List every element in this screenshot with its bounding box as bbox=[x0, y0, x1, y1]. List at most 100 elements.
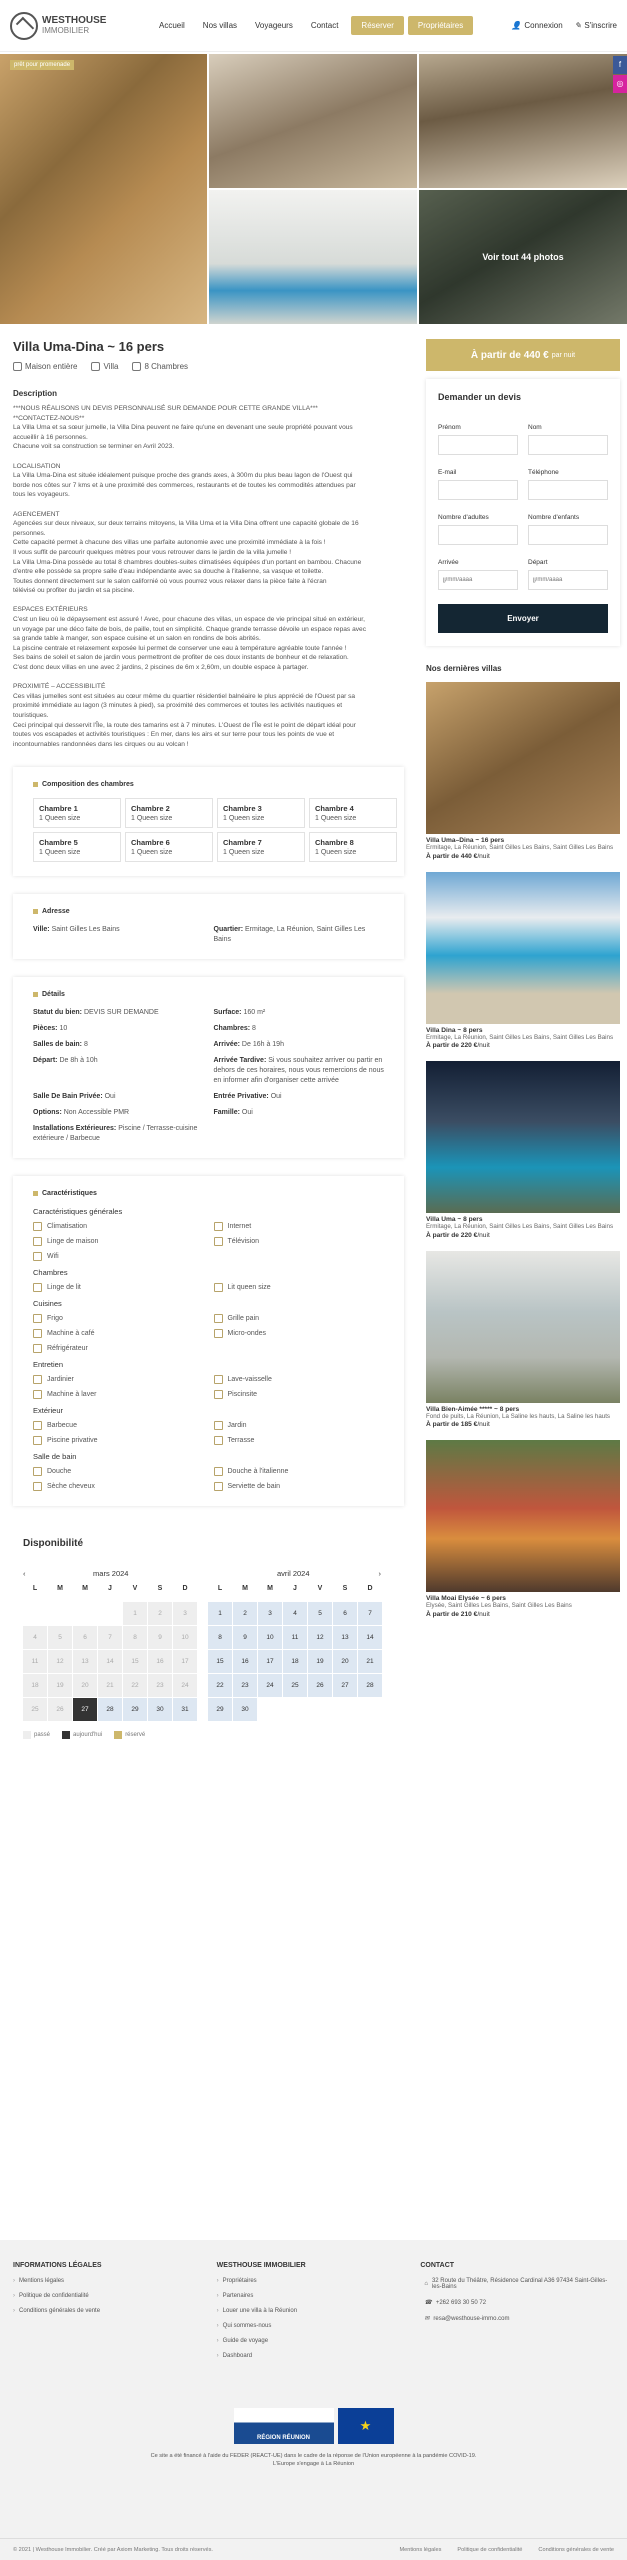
villa-name[interactable]: Villa Moai Elysée ~ 6 pers bbox=[426, 1595, 620, 1602]
calendar-day[interactable]: 30 bbox=[233, 1698, 257, 1722]
gallery-photo[interactable] bbox=[419, 54, 627, 188]
calendar-day[interactable]: 21 bbox=[358, 1650, 382, 1674]
calendar-day[interactable]: 31 bbox=[173, 1698, 197, 1722]
login-label: Connexion bbox=[524, 21, 563, 30]
instagram-icon[interactable]: ◎ bbox=[613, 75, 627, 93]
calendar-day[interactable]: 4 bbox=[283, 1602, 307, 1626]
calendar-day[interactable]: 27 bbox=[73, 1698, 97, 1722]
footer-link[interactable]: Louer une villa à la Réunion bbox=[217, 2308, 411, 2314]
villa-name[interactable]: Villa Uma–Dina ~ 16 pers bbox=[426, 837, 620, 844]
gallery-photo[interactable] bbox=[209, 190, 417, 324]
calendar-day[interactable]: 14 bbox=[358, 1626, 382, 1650]
prev-month-icon[interactable]: ‹ bbox=[23, 1569, 26, 1578]
see-all-photos[interactable]: Voir tout 44 photos bbox=[419, 190, 627, 324]
villa-photo[interactable] bbox=[426, 682, 620, 834]
footer-phone[interactable]: ☎ +262 693 30 50 72 bbox=[420, 2299, 614, 2307]
villa-card[interactable]: Villa Dina ~ 8 pers Ermitage, La Réunion,… bbox=[426, 871, 620, 1049]
calendar-day[interactable]: 10 bbox=[258, 1626, 282, 1650]
calendar-day[interactable]: 3 bbox=[258, 1602, 282, 1626]
calendar-day[interactable]: 19 bbox=[308, 1650, 332, 1674]
villa-card[interactable]: Villa Uma–Dina ~ 16 pers Ermitage, La Réu… bbox=[426, 682, 620, 860]
bottom-link[interactable]: Conditions générales de vente bbox=[538, 2547, 614, 2553]
next-month-icon[interactable]: › bbox=[379, 1569, 382, 1578]
calendar-day[interactable]: 1 bbox=[208, 1602, 232, 1626]
gallery-photo[interactable] bbox=[209, 54, 417, 188]
description-line: Ces villas jumelles sont est situées au … bbox=[13, 692, 356, 700]
villa-name[interactable]: Villa Bien-Aimée ***** ~ 8 pers bbox=[426, 1406, 620, 1413]
calendar-day[interactable]: 18 bbox=[283, 1650, 307, 1674]
villa-card[interactable]: Villa Bien-Aimée ***** ~ 8 pers Fond de p… bbox=[426, 1250, 620, 1428]
nav-contact[interactable]: Contact bbox=[302, 16, 348, 35]
gallery-main-photo[interactable]: prêt pour promenade bbox=[0, 54, 207, 324]
calendar-day[interactable]: 13 bbox=[333, 1626, 357, 1650]
footer-email[interactable]: ✉ resa@westhouse-immo.com bbox=[420, 2315, 614, 2323]
calendar-day[interactable]: 29 bbox=[123, 1698, 147, 1722]
departure-date-field[interactable] bbox=[528, 570, 608, 590]
villa-name[interactable]: Villa Dina ~ 8 pers bbox=[426, 1027, 620, 1034]
calendar-day[interactable]: 26 bbox=[308, 1674, 332, 1698]
reserve-button[interactable]: Réserver bbox=[351, 16, 404, 35]
calendar-day[interactable]: 5 bbox=[308, 1602, 332, 1626]
footer-link[interactable]: Conditions générales de vente bbox=[13, 2308, 207, 2314]
calendar-day[interactable]: 25 bbox=[283, 1674, 307, 1698]
footer-link[interactable]: Propriétaires bbox=[217, 2278, 411, 2284]
phone-field[interactable] bbox=[528, 480, 608, 500]
calendar-day[interactable]: 15 bbox=[208, 1650, 232, 1674]
nav-voyageurs[interactable]: Voyageurs bbox=[246, 16, 302, 35]
detail-label: Installations Extérieures: bbox=[33, 1125, 117, 1133]
lastname-field[interactable] bbox=[528, 435, 608, 455]
calendar-day[interactable]: 27 bbox=[333, 1674, 357, 1698]
firstname-field[interactable] bbox=[438, 435, 518, 455]
calendar-day[interactable]: 2 bbox=[233, 1602, 257, 1626]
calendar-day[interactable]: 30 bbox=[148, 1698, 172, 1722]
nav-nos-villas[interactable]: Nos villas bbox=[194, 16, 246, 35]
calendar-day[interactable]: 24 bbox=[258, 1674, 282, 1698]
email-field[interactable] bbox=[438, 480, 518, 500]
villa-card[interactable]: Villa Moai Elysée ~ 6 pers Elysée, Saint … bbox=[426, 1440, 620, 1618]
bottom-link[interactable]: Mentions légales bbox=[399, 2547, 441, 2553]
calendar-day[interactable]: 6 bbox=[333, 1602, 357, 1626]
calendar-day[interactable]: 16 bbox=[233, 1650, 257, 1674]
adults-field[interactable] bbox=[438, 525, 518, 545]
calendar-day: 15 bbox=[123, 1650, 147, 1674]
footer-link[interactable]: Mentions légales bbox=[13, 2278, 207, 2284]
footer-link[interactable]: Partenaires bbox=[217, 2293, 411, 2299]
nav-accueil[interactable]: Accueil bbox=[150, 16, 194, 35]
calendar-day[interactable]: 17 bbox=[258, 1650, 282, 1674]
footer-link[interactable]: Dashboard bbox=[217, 2353, 411, 2359]
villa-photo[interactable] bbox=[426, 871, 620, 1024]
calendar-day[interactable]: 23 bbox=[233, 1674, 257, 1698]
villa-photo[interactable] bbox=[426, 1250, 620, 1403]
arrival-date-field[interactable] bbox=[438, 570, 518, 590]
calendar-day[interactable]: 12 bbox=[308, 1626, 332, 1650]
footer-link[interactable]: Politique de confidentialité bbox=[13, 2293, 207, 2299]
calendar-day[interactable]: 9 bbox=[233, 1626, 257, 1650]
villa-photo[interactable] bbox=[426, 1440, 620, 1592]
signup-link[interactable]: ✎ S'inscrire bbox=[575, 21, 617, 30]
footer-link[interactable]: Qui sommes-nous bbox=[217, 2323, 411, 2329]
submit-button[interactable]: Envoyer bbox=[438, 604, 608, 633]
calendar-day[interactable]: 7 bbox=[358, 1602, 382, 1626]
gallery-photo-more[interactable]: Voir tout 44 photos bbox=[419, 190, 627, 324]
logo[interactable]: WESTHOUSE IMMOBILIER bbox=[10, 11, 140, 40]
facebook-icon[interactable]: f bbox=[613, 56, 627, 74]
footer-link[interactable]: Guide de voyage bbox=[217, 2338, 411, 2344]
calendar-day[interactable]: 29 bbox=[208, 1698, 232, 1722]
login-link[interactable]: 👤 Connexion bbox=[511, 21, 562, 30]
description-line: télévisé ou profiter du jardin et sa pis… bbox=[13, 587, 135, 595]
villa-name[interactable]: Villa Uma ~ 8 pers bbox=[426, 1216, 620, 1223]
children-field[interactable] bbox=[528, 525, 608, 545]
calendar-day[interactable]: 22 bbox=[208, 1674, 232, 1698]
villa-price: À partir de 220 €/nuit bbox=[426, 1042, 620, 1049]
calendar-day[interactable]: 11 bbox=[283, 1626, 307, 1650]
calendar-day[interactable]: 28 bbox=[98, 1698, 122, 1722]
feature-item: Barbecue bbox=[33, 1420, 204, 1431]
owners-button[interactable]: Propriétaires bbox=[407, 16, 474, 35]
bottom-link[interactable]: Politique de confidentialité bbox=[457, 2547, 522, 2553]
feature-item: Télévision bbox=[214, 1236, 385, 1247]
calendar-day[interactable]: 20 bbox=[333, 1650, 357, 1674]
villa-card[interactable]: Villa Uma ~ 8 pers Ermitage, La Réunion, … bbox=[426, 1061, 620, 1239]
villa-photo[interactable] bbox=[426, 1061, 620, 1213]
calendar-day[interactable]: 28 bbox=[358, 1674, 382, 1698]
calendar-day[interactable]: 8 bbox=[208, 1626, 232, 1650]
